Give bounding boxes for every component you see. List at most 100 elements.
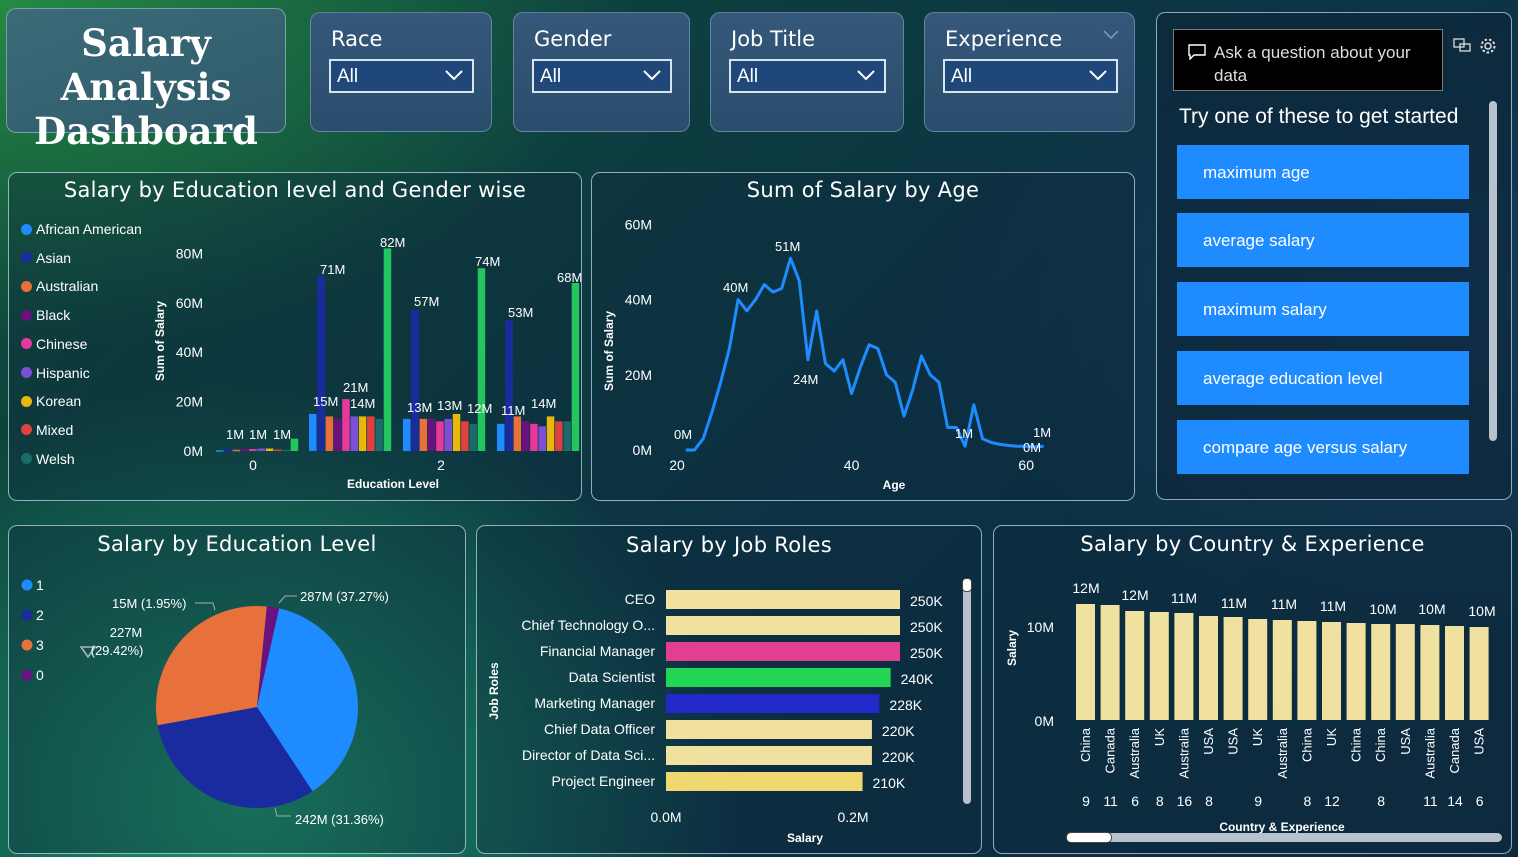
- edu-pie-panel: Salary by Education Level 1 2 3 0 287M (37.2…: [8, 525, 466, 854]
- qa-suggestion-button[interactable]: maximum salary: [1177, 282, 1469, 336]
- data-label: 11M: [1271, 596, 1297, 612]
- country-exp-chart: 10M 0M Salary Country & Experience China 9 Can…: [1005, 580, 1496, 834]
- data-label: 250K: [910, 619, 943, 635]
- y-tick-label: 80M: [176, 245, 203, 261]
- bar: [325, 416, 334, 451]
- dashboard-title: Salary Analysis Dashboard: [6, 8, 286, 153]
- category-label: Australia: [1127, 727, 1142, 778]
- data-label: 15M: [313, 394, 338, 409]
- bar: [666, 746, 872, 765]
- legend-label: 2: [36, 607, 44, 623]
- job-title-dropdown-value: All: [737, 66, 759, 87]
- y-tick-label: 20M: [625, 367, 652, 383]
- bar: [666, 590, 900, 609]
- gender-slicer-label: Gender: [534, 27, 612, 51]
- data-label: 14M: [531, 396, 556, 411]
- edit-qa-icon[interactable]: [1453, 37, 1471, 53]
- bar: [274, 449, 282, 452]
- job-roles-scrollbar[interactable]: [963, 578, 971, 804]
- bar: [1469, 627, 1489, 720]
- bar: [232, 449, 241, 452]
- qa-input[interactable]: Ask a question about your data: [1173, 29, 1443, 91]
- data-label: 53M: [508, 305, 533, 320]
- job-roles-scroll-thumb[interactable]: [962, 578, 972, 592]
- job-roles-panel: Salary by Job Roles CEO 250K Chief Technol…: [476, 525, 982, 854]
- bar: [666, 720, 872, 739]
- category-label: China: [1299, 727, 1314, 762]
- category-label: USA: [1226, 728, 1241, 755]
- data-label: 12M: [467, 401, 492, 416]
- category-label: Data Scientist: [569, 669, 655, 685]
- category-label: Australia: [1422, 727, 1437, 778]
- experience-label: 8: [1377, 793, 1385, 809]
- qa-prompt: Try one of these to get started: [1179, 105, 1459, 128]
- bar: [342, 399, 350, 451]
- qa-suggestion-button[interactable]: maximum age: [1177, 145, 1469, 199]
- legend-dot: [21, 579, 33, 591]
- y-tick-label: 60M: [625, 216, 652, 232]
- bar: [419, 418, 428, 451]
- experience-dropdown[interactable]: All: [943, 59, 1118, 93]
- category-label: Chief Data Officer: [544, 721, 655, 737]
- race-slicer-label: Race: [331, 27, 383, 51]
- bar: [1272, 620, 1292, 720]
- bar: [1223, 617, 1243, 720]
- data-label: 0M: [674, 427, 692, 442]
- chevron-down-icon: [445, 70, 463, 81]
- bar: [666, 642, 900, 661]
- bar: [546, 416, 555, 451]
- category-label: USA: [1398, 728, 1413, 755]
- bar: [666, 772, 863, 791]
- qa-scrollbar[interactable]: [1489, 101, 1497, 441]
- data-label: 240K: [901, 671, 934, 687]
- country-exp-scroll-thumb[interactable]: [1066, 832, 1112, 843]
- category-label: USA: [1201, 728, 1216, 755]
- qa-suggestion-button[interactable]: average salary: [1177, 213, 1469, 267]
- age-chart: 60M 40M 20M 0M 20 40 60 Sum of Salary Age 0M 40M 51…: [602, 216, 1051, 492]
- data-label: 71M: [320, 262, 345, 277]
- data-label: 51M: [775, 239, 800, 254]
- bar: [513, 416, 522, 451]
- data-label: 227M: [110, 625, 143, 640]
- data-label: 11M: [1320, 598, 1346, 614]
- bar: [333, 418, 342, 451]
- bar: [1199, 616, 1218, 720]
- gender-dropdown[interactable]: All: [532, 59, 672, 93]
- bar: [309, 413, 317, 451]
- bar: [538, 426, 546, 451]
- gear-icon[interactable]: [1479, 37, 1497, 55]
- bar: [666, 616, 900, 635]
- qa-suggestion-button[interactable]: average education level: [1177, 351, 1469, 405]
- bar: [265, 448, 274, 451]
- data-label: 220K: [882, 749, 915, 765]
- y-tick-label: 60M: [176, 295, 203, 311]
- job-title-dropdown[interactable]: All: [729, 59, 886, 93]
- leader-line: [195, 602, 216, 611]
- data-label: 14M: [350, 396, 375, 411]
- chevron-down-icon: [643, 70, 661, 81]
- country-exp-scrollbar[interactable]: [1066, 833, 1502, 842]
- data-label: 82M: [380, 235, 405, 250]
- race-slicer: Race All: [310, 12, 492, 132]
- bar: [444, 418, 452, 451]
- experience-label: 9: [1082, 793, 1090, 809]
- experience-label: 14: [1447, 793, 1463, 809]
- data-label: 1M: [273, 427, 291, 442]
- data-label: 242M (31.36%): [295, 812, 384, 827]
- data-label: 40M: [723, 280, 748, 295]
- chevron-down-icon[interactable]: [1102, 29, 1120, 41]
- qa-suggestion-button[interactable]: compare age versus salary: [1177, 420, 1469, 474]
- edu-gender-chart: 80M 60M 40M 20M 0M Sum of Salary Education Lev…: [153, 235, 581, 491]
- data-label: 228K: [889, 697, 922, 713]
- race-dropdown[interactable]: All: [329, 59, 474, 93]
- x-tick-label: 0.0M: [650, 809, 681, 825]
- y-tick-label: 0M: [184, 443, 203, 459]
- x-tick-label: 20: [669, 457, 685, 473]
- bar: [477, 268, 486, 451]
- data-label: 13M: [407, 400, 432, 415]
- y-tick-label: 40M: [176, 344, 203, 360]
- bar: [436, 421, 444, 451]
- data-label: 68M: [557, 270, 581, 285]
- category-label: Australia: [1176, 727, 1191, 778]
- data-label: 74M: [475, 254, 500, 269]
